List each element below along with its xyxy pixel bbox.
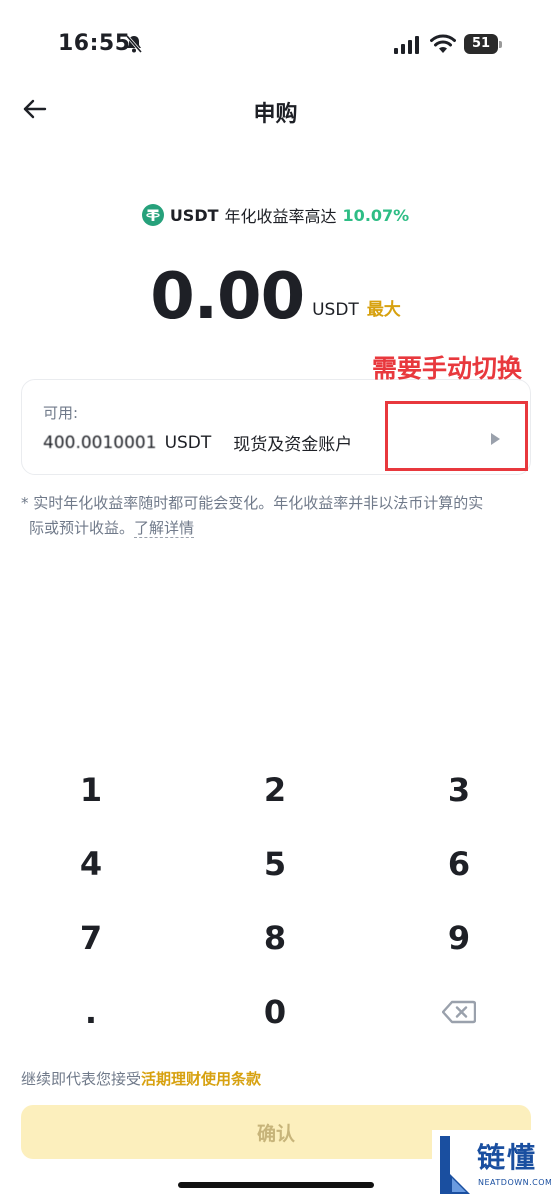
apr-coin: USDT [169, 205, 219, 225]
disclaimer-line-2: 际或预计收益。了解详情 [21, 516, 533, 541]
max-button[interactable]: 最大 [367, 295, 401, 320]
key-3[interactable]: 3 [389, 755, 529, 825]
battery-level: 51 [464, 34, 498, 54]
watermark-title: 链懂 [477, 1141, 538, 1174]
status-time: 16:55 [58, 31, 131, 56]
backspace-icon [442, 1000, 476, 1024]
tether-usdt-icon [141, 204, 164, 226]
balance-row: 400.0010001 USDT 现货及资金账户 [43, 430, 353, 456]
terms-prefix: 继续即代表您接受 [21, 1070, 142, 1088]
disclaimer-line-1: * 实时年化收益率随时都可能会变化。年化收益率并非以法币计算的实 [21, 494, 484, 512]
apr-text: 年化收益率高达 [224, 207, 337, 226]
key-1[interactable]: 1 [21, 755, 161, 825]
available-label: 可用: [43, 404, 79, 422]
bell-muted-icon [125, 35, 143, 53]
available-balance: 400.0010001 [43, 432, 157, 453]
battery-indicator: 51 [464, 34, 502, 54]
neatdown-logo-icon [440, 1136, 470, 1194]
apr-line: USDT 年化收益率高达 10.07% [0, 203, 551, 227]
account-type: 现货及资金账户 [233, 435, 353, 455]
key-6[interactable]: 6 [389, 829, 529, 899]
watermark-subtitle: NEATDOWN.COM [478, 1178, 551, 1187]
key-backspace[interactable] [389, 977, 529, 1047]
terms-link[interactable]: 活期理财使用条款 [141, 1070, 261, 1088]
wifi-icon [430, 34, 456, 53]
cellular-signal-icon [394, 36, 419, 54]
disclaimer: * 实时年化收益率随时都可能会变化。年化收益率并非以法币计算的实 际或预计收益。… [21, 491, 533, 541]
key-4[interactable]: 4 [21, 829, 161, 899]
amount-unit: USDT [312, 300, 359, 320]
amount-value[interactable]: 0.00 [150, 262, 305, 332]
key-8[interactable]: 8 [205, 903, 345, 973]
apr-rate: 10.07% [342, 205, 410, 225]
terms-line: 继续即代表您接受活期理财使用条款 [21, 1068, 261, 1089]
disclaimer-line-2-text: 际或预计收益。 [29, 519, 135, 537]
home-indicator [178, 1182, 374, 1188]
key-2[interactable]: 2 [205, 755, 345, 825]
annotation-text: 需要手动切换 [372, 354, 523, 383]
key-0[interactable]: 0 [205, 977, 345, 1047]
neatdown-watermark-logo: 链懂 NEATDOWN.COM [432, 1130, 551, 1200]
page-title: 申购 [253, 102, 298, 127]
balance-unit: USDT [164, 432, 212, 453]
key-7[interactable]: 7 [21, 903, 161, 973]
learn-more-link[interactable]: 了解详情 [134, 519, 195, 538]
key-5[interactable]: 5 [205, 829, 345, 899]
key-9[interactable]: 9 [389, 903, 529, 973]
status-bar: 16:55 51 [0, 0, 551, 90]
annotation-highlight-box [385, 401, 528, 471]
amount-row: 0.00 USDT 最大 [0, 262, 551, 332]
key-decimal[interactable]: . [21, 977, 161, 1047]
back-arrow-icon[interactable] [22, 96, 48, 122]
battery-cap [499, 41, 502, 48]
